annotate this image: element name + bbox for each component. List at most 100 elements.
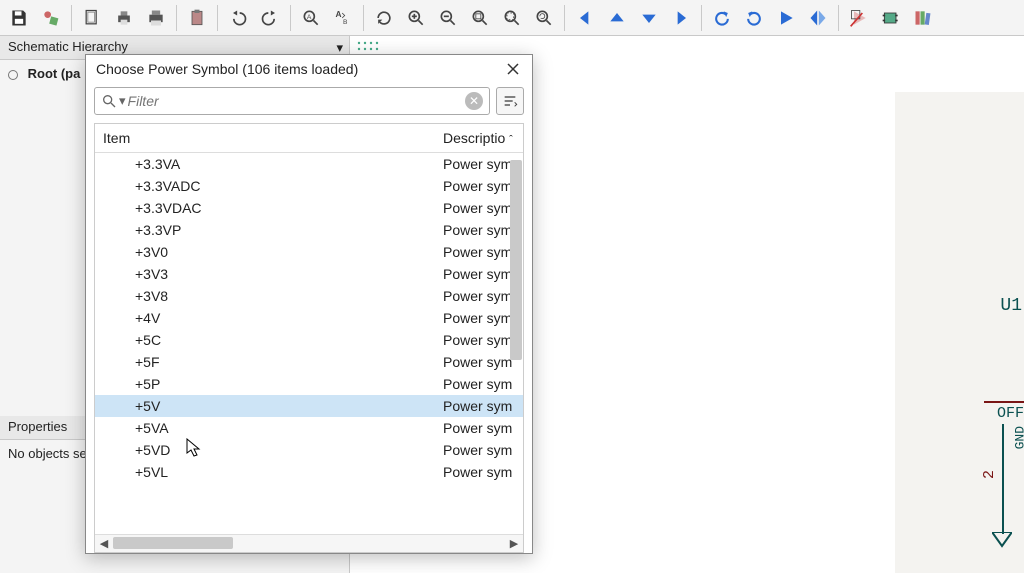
hscroll-thumb[interactable] [113,537,233,549]
plot-button[interactable] [141,3,171,33]
row-item: +5F [135,354,443,370]
print-button[interactable] [109,3,139,33]
choose-power-symbol-dialog: Choose Power Symbol (106 items loaded) ▾… [85,54,533,554]
col-item-header[interactable]: Item [103,130,443,146]
row-item: +3V3 [135,266,443,282]
vertical-scrollbar-thumb[interactable] [510,160,522,360]
row-item: +5VL [135,464,443,480]
find-button[interactable]: A [296,3,326,33]
dialog-search-row: ▾ ✕ [86,83,532,119]
toolbar-separator [701,5,702,31]
svg-text:B: B [343,18,348,25]
table-row[interactable]: +3V0Power sym [95,241,523,263]
row-item: +5VA [135,420,443,436]
schematic-gnd-label: GND [1012,426,1024,449]
refresh-button[interactable] [369,3,399,33]
nav-left-button[interactable] [570,3,600,33]
properties-title: Properties [8,419,67,434]
redo-button[interactable] [255,3,285,33]
table-row[interactable]: +3V3Power sym [95,263,523,285]
table-row[interactable]: +3V8Power sym [95,285,523,307]
col-desc-header[interactable]: Descriptio ˆ [443,130,523,146]
row-item: +3V8 [135,288,443,304]
row-item: +4V [135,310,443,326]
table-row[interactable]: +5CPower sym [95,329,523,351]
footprint-assign-button[interactable] [876,3,906,33]
row-desc: Power sym [443,420,523,436]
library-browse-button[interactable] [908,3,938,33]
find-replace-button[interactable]: AB [328,3,358,33]
table-row[interactable]: +5VDPower sym [95,439,523,461]
row-desc: Power sym [443,376,523,392]
dialog-title: Choose Power Symbol (106 items loaded) [96,61,358,77]
paste-button[interactable] [182,3,212,33]
zoom-out-button[interactable] [433,3,463,33]
hierarchy-root[interactable]: Root (pa [28,66,81,81]
symbol-preview[interactable]: +5V Power input [895,92,1024,573]
zoom-in-button[interactable] [401,3,431,33]
rotate-ccw-button[interactable] [707,3,737,33]
schematic-ref: U1 [1000,296,1022,316]
clear-filter-button[interactable]: ✕ [465,92,483,110]
nav-up-button[interactable] [602,3,632,33]
svg-text:A: A [307,13,312,20]
symbol-table: Item Descriptio ˆ +3.3VAPower sym+3.3VAD… [94,123,524,553]
row-item: +3.3VA [135,156,443,172]
hierarchy-title: Schematic Hierarchy [8,39,128,54]
mirror-button[interactable] [803,3,833,33]
toolbar-separator [564,5,565,31]
table-row[interactable]: +5VPower sym [95,395,523,417]
toolbar-separator [290,5,291,31]
toolbar-separator [71,5,72,31]
schematic-pin-off: OFF [984,401,1024,422]
hscroll-left-button[interactable]: ◀ [95,535,113,552]
zoom-selection-button[interactable] [497,3,527,33]
dialog-titlebar[interactable]: Choose Power Symbol (106 items loaded) [86,55,532,83]
schematic-pin-num: 2 [981,470,998,479]
row-item: +5P [135,376,443,392]
svg-text:A: A [336,9,342,19]
close-icon [507,63,519,75]
component-edit-button[interactable] [36,3,66,33]
table-body[interactable]: +3.3VAPower sym+3.3VADCPower sym+3.3VDAC… [95,153,523,534]
filter-options-button[interactable] [496,87,524,115]
row-item: +3V0 [135,244,443,260]
nav-down-button[interactable] [634,3,664,33]
table-row[interactable]: +3.3VADCPower sym [95,175,523,197]
row-item: +3.3VP [135,222,443,238]
hscroll-track[interactable] [113,535,505,552]
table-header[interactable]: Item Descriptio ˆ [95,124,523,153]
rotate-cw-button[interactable] [739,3,769,33]
undo-button[interactable] [223,3,253,33]
table-row[interactable]: +5PPower sym [95,373,523,395]
row-item: +3.3VDAC [135,200,443,216]
save-button[interactable] [4,3,34,33]
row-item: +5VD [135,442,443,458]
zoom-redraw-button[interactable] [529,3,559,33]
table-row[interactable]: +5VAPower sym [95,417,523,439]
filter-input-wrap[interactable]: ▾ ✕ [94,87,490,115]
options-icon [502,93,518,109]
zoom-fit-button[interactable] [465,3,495,33]
run-button[interactable] [771,3,801,33]
page-icon [8,70,18,80]
table-row[interactable]: +3.3VDACPower sym [95,197,523,219]
row-item: +5V [135,398,443,414]
erc-button[interactable] [844,3,874,33]
table-row[interactable]: +4VPower sym [95,307,523,329]
row-desc: Power sym [443,464,523,480]
table-row[interactable]: +3.3VAPower sym [95,153,523,175]
toolbar-separator [176,5,177,31]
nav-right-button[interactable] [666,3,696,33]
page-settings-button[interactable] [77,3,107,33]
table-row[interactable]: +5FPower sym [95,351,523,373]
hscroll-right-button[interactable]: ▶ [505,535,523,552]
dialog-close-button[interactable] [502,58,524,80]
row-desc: Power sym [443,442,523,458]
gnd-symbol-icon [992,532,1012,548]
horizontal-scrollbar[interactable]: ◀ ▶ [95,534,523,552]
table-row[interactable]: +5VLPower sym [95,461,523,483]
table-row[interactable]: +3.3VPPower sym [95,219,523,241]
filter-input[interactable] [126,92,465,110]
toolbar-separator [838,5,839,31]
